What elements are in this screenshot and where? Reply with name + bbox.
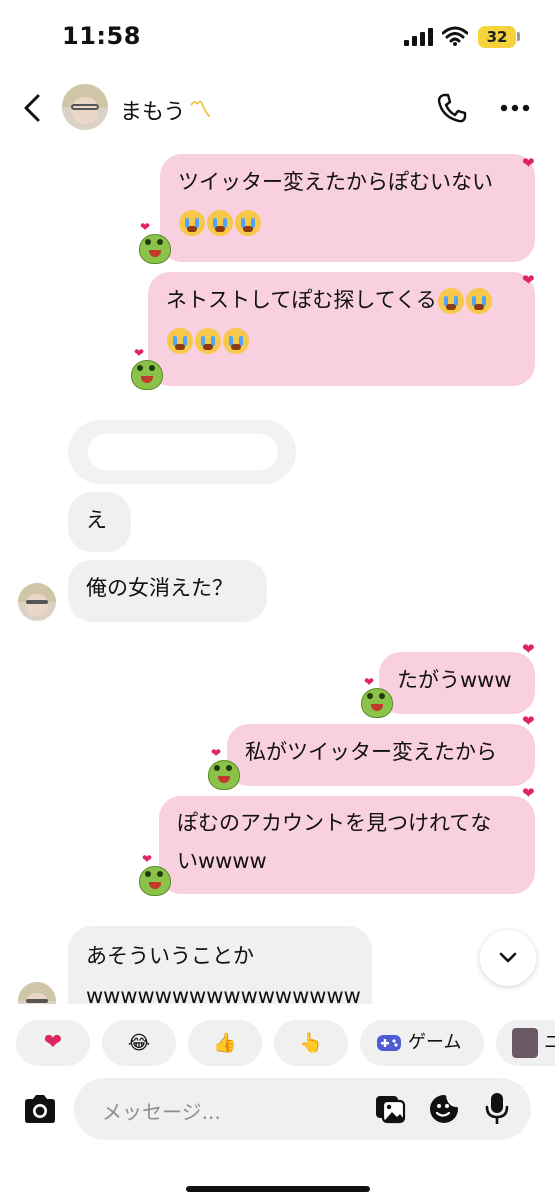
heart-reaction-icon: ❤ [522,271,535,289]
crying-emoji-icon [167,328,193,354]
my-message-bubble[interactable]: ぽむのアカウントを見つけれてな いwwww [159,796,535,894]
heart-reaction-icon: ❤ [522,154,535,172]
next-suggestion-chip[interactable]: ニ [496,1020,555,1066]
message-text: ネトストしてぽむ探してくる [166,280,517,320]
heart-reaction-icon: ❤ [134,346,145,360]
phone-call-icon[interactable] [436,92,468,124]
battery-nub [517,32,520,41]
suggestion-thumbnail [512,1028,538,1058]
heart-reaction-icon: ❤ [211,746,222,760]
suggestion-label: ニ [544,1032,555,1053]
scroll-to-bottom-button[interactable] [480,930,536,986]
frog-sticker-icon [208,760,240,790]
their-message-bubble[interactable]: え [68,492,131,552]
crying-emoji-icon [207,210,233,236]
quick-reaction-point[interactable]: 👆 [274,1020,348,1066]
sender-avatar[interactable] [18,583,56,621]
sticker-icon[interactable] [428,1093,460,1125]
message-text: たがうwww [397,668,512,692]
contact-name[interactable]: まもう [120,94,185,126]
status-time: 11:58 [62,22,141,50]
message-text: え [86,508,107,532]
my-message-bubble[interactable]: ネトストしてぽむ探してくる [148,272,535,386]
heart-reaction-icon: ❤ [364,675,375,689]
chevron-down-icon [499,952,517,963]
my-message-bubble[interactable]: 私がツイッター変えたから [227,724,535,786]
wifi-icon [442,26,468,46]
heart-reaction-icon: ❤ [522,712,535,730]
message-text-line: ネトストしてぽむ探してくる [166,288,437,312]
game-controller-icon [377,1035,401,1051]
crying-emoji-icon [437,288,464,314]
heart-reaction-icon: ❤ [140,220,151,234]
my-message-bubble[interactable]: ツイッター変えたからぽむいない [160,154,535,262]
more-options-icon[interactable] [500,104,530,112]
camera-icon[interactable] [22,1094,58,1124]
crying-emoji-icon [195,328,221,354]
message-text: ツイッター変えたからぽむいない [178,170,493,194]
message-text-line: あそういうことか [86,944,254,968]
quick-reaction-laugh[interactable]: 😂 [102,1020,176,1066]
battery-indicator: 32 [478,26,516,48]
message-text: 私がツイッター変えたから [245,740,497,764]
home-indicator [186,1186,370,1192]
gallery-icon[interactable] [374,1094,406,1124]
crying-emoji-icon [465,288,492,314]
my-message-bubble[interactable]: たがうwww [379,652,535,714]
crying-emoji-icon [235,210,261,236]
crying-emoji-icon [223,328,249,354]
cellular-signal-icon [404,28,433,46]
frog-sticker-icon [139,234,171,264]
header-avatar[interactable] [62,84,108,130]
heart-reaction-icon: ❤ [522,640,535,658]
quick-reaction-heart[interactable]: ❤ [16,1020,90,1066]
crying-emoji-row [166,320,517,360]
heart-reaction-icon: ❤ [142,852,153,866]
frog-sticker-icon [361,688,393,718]
game-button[interactable]: ゲーム [360,1020,484,1066]
microphone-icon[interactable] [484,1092,510,1126]
their-message-bubble[interactable]: 俺の女消えた？ [68,560,267,622]
back-arrow-icon[interactable] [22,94,42,122]
redacted-message-bubble [68,420,296,484]
message-text-line: いwwww [177,849,267,873]
redaction-mark [88,434,278,470]
message-input[interactable]: メッセージ... [102,1096,221,1125]
name-decoration-emoji: 〽 [189,98,212,123]
message-text-line: ぽむのアカウントを見つけれてな [177,811,492,835]
crying-emoji-icon [179,210,205,236]
game-label: ゲーム [408,1032,462,1053]
crying-emoji-row [178,202,517,242]
frog-sticker-icon [131,360,163,390]
message-text: 俺の女消えた？ [86,576,233,600]
frog-sticker-icon [139,866,171,896]
heart-reaction-icon: ❤ [522,784,535,802]
quick-reaction-thumbs-up[interactable]: 👍 [188,1020,262,1066]
